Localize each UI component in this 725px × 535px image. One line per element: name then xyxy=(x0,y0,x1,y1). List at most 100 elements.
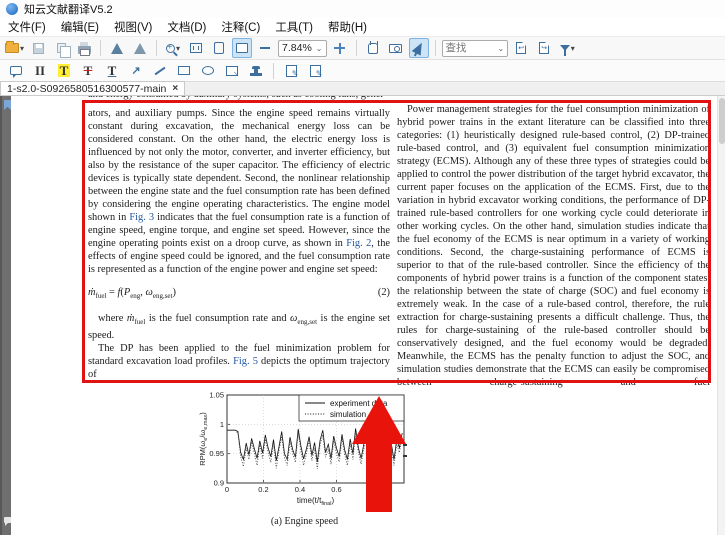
sign-document-button[interactable] xyxy=(281,61,301,81)
zoom-out-button[interactable] xyxy=(255,38,275,58)
svg-text:RPM(ωe/ωe,max): RPM(ωe/ωe,max) xyxy=(198,412,209,466)
menu-item[interactable]: 文件(F) xyxy=(8,19,46,35)
select-tool-icon xyxy=(411,40,425,55)
strikeout-text-button[interactable]: T xyxy=(78,61,98,81)
typewriter-tool-button[interactable]: ΙΙ xyxy=(30,61,50,81)
line-tool-button[interactable] xyxy=(150,61,170,81)
caret-down-icon: ▾ xyxy=(571,44,575,53)
zoom-tool-button[interactable]: ▾ xyxy=(163,38,183,58)
ellipse-tool-button[interactable] xyxy=(198,61,218,81)
main-area: and energy consumed by auxiliary systems… xyxy=(0,96,725,535)
rotate-left-icon xyxy=(111,43,123,54)
manage-signatures-button[interactable] xyxy=(305,61,325,81)
zoom-in-button[interactable] xyxy=(330,38,350,58)
zoom-level-value: 7.84% xyxy=(282,42,312,54)
svg-text:0.95: 0.95 xyxy=(209,449,224,458)
toolbar-separator xyxy=(100,40,101,56)
main-toolbar: ▾ ▾ 7.84% ⌄ ⌄ ▾ xyxy=(0,36,725,60)
menu-item[interactable]: 视图(V) xyxy=(114,19,152,35)
svg-text:time(t/tfinal): time(t/tfinal) xyxy=(297,496,335,507)
image-tool-icon xyxy=(226,66,238,76)
arrow-tool-button[interactable]: ↗ xyxy=(126,61,146,81)
zoom-in-icon xyxy=(334,43,345,54)
find-input[interactable] xyxy=(446,42,494,54)
document-tab-label: 1-s2.0-S0926580516300577-main xyxy=(7,83,166,95)
toolbar-separator xyxy=(356,40,357,56)
annotation-toolbar: ΙΙ T T T ↗ xyxy=(0,60,725,82)
application-window: 知云文献翻译V5.2 文件(F) 编辑(E) 视图(V) 文档(D) 注释(C) 工具(T… xyxy=(0,0,725,535)
bookmark-panel-icon[interactable] xyxy=(4,100,11,110)
find-next-button[interactable] xyxy=(534,38,554,58)
rotate-right-icon xyxy=(134,43,146,54)
line-tool-icon xyxy=(155,66,166,75)
highlight-text-button[interactable]: T xyxy=(54,61,74,81)
open-file-button[interactable]: ▾ xyxy=(4,38,25,58)
hand-tool-button[interactable] xyxy=(363,38,383,58)
select-tool-button[interactable] xyxy=(409,38,429,58)
title-bar: 知云文献翻译V5.2 xyxy=(0,0,725,18)
rectangle-tool-icon xyxy=(178,66,190,75)
save-button[interactable] xyxy=(28,38,48,58)
stamp-tool-button[interactable] xyxy=(246,61,266,81)
print-button[interactable] xyxy=(74,38,94,58)
save-icon xyxy=(33,43,44,54)
strikeout-tool-icon: T xyxy=(84,64,93,77)
document-page: and energy consumed by auxiliary systems… xyxy=(11,96,717,535)
vertical-scrollbar[interactable] xyxy=(717,96,725,535)
window-title: 知云文献翻译V5.2 xyxy=(24,1,113,17)
typewriter-icon: ΙΙ xyxy=(35,64,45,77)
stamp-tool-icon xyxy=(250,73,262,76)
snapshot-button[interactable] xyxy=(386,38,406,58)
fit-visible-button[interactable] xyxy=(232,38,252,58)
arrow-head xyxy=(352,396,406,444)
caret-down-icon: ⌄ xyxy=(316,44,323,53)
app-logo-icon xyxy=(6,3,18,15)
caret-down-icon: ▾ xyxy=(20,44,24,53)
fit-page-button[interactable] xyxy=(209,38,229,58)
red-highlight-box-annotation[interactable] xyxy=(82,100,711,383)
rotate-left-button[interactable] xyxy=(107,38,127,58)
menu-item[interactable]: 帮助(H) xyxy=(328,19,367,35)
svg-text:0.2: 0.2 xyxy=(258,485,268,494)
scrollbar-thumb[interactable] xyxy=(719,98,725,144)
svg-text:0: 0 xyxy=(225,485,229,494)
menu-item[interactable]: 编辑(E) xyxy=(61,19,99,35)
find-next-icon xyxy=(539,42,549,54)
find-combobox[interactable]: ⌄ xyxy=(442,40,509,57)
copy-icon xyxy=(57,43,66,53)
caret-down-icon: ⌄ xyxy=(498,44,505,53)
signature-manage-icon xyxy=(310,65,321,77)
menu-item[interactable]: 工具(T) xyxy=(275,19,313,35)
menu-item[interactable]: 注释(C) xyxy=(221,19,260,35)
arrow-tool-icon: ↗ xyxy=(131,64,140,77)
arrow-tail xyxy=(366,443,392,512)
red-arrow-annotation[interactable] xyxy=(352,396,406,512)
open-folder-icon xyxy=(5,43,19,53)
close-tab-icon[interactable]: × xyxy=(172,84,178,94)
svg-text:1.05: 1.05 xyxy=(209,391,224,400)
underline-text-button[interactable]: T xyxy=(102,61,122,81)
print-icon xyxy=(78,46,91,54)
svg-text:0.4: 0.4 xyxy=(295,485,305,494)
find-previous-button[interactable] xyxy=(511,38,531,58)
find-prev-icon xyxy=(516,42,526,54)
toolbar-separator xyxy=(273,63,274,79)
highlight-settings-icon xyxy=(560,45,570,51)
highlight-tool-icon: T xyxy=(58,64,71,77)
ellipse-tool-icon xyxy=(202,66,214,75)
menu-item[interactable]: 文档(D) xyxy=(167,19,206,35)
document-tab[interactable]: 1-s2.0-S0926580516300577-main × xyxy=(0,81,185,95)
zoom-combobox[interactable]: 7.84% ⌄ xyxy=(278,40,326,57)
save-copy-button[interactable] xyxy=(51,38,71,58)
rectangle-tool-button[interactable] xyxy=(174,61,194,81)
zoom-tool-icon xyxy=(166,44,175,53)
note-tool-icon xyxy=(10,66,22,75)
insert-image-button[interactable] xyxy=(222,61,242,81)
left-panel-strip xyxy=(0,96,11,535)
note-tool-button[interactable] xyxy=(6,61,26,81)
fit-width-button[interactable] xyxy=(186,38,206,58)
rotate-right-button[interactable] xyxy=(130,38,150,58)
fit-page-icon xyxy=(214,42,224,54)
highlight-settings-button[interactable]: ▾ xyxy=(557,38,577,58)
zoom-out-icon xyxy=(260,47,270,49)
